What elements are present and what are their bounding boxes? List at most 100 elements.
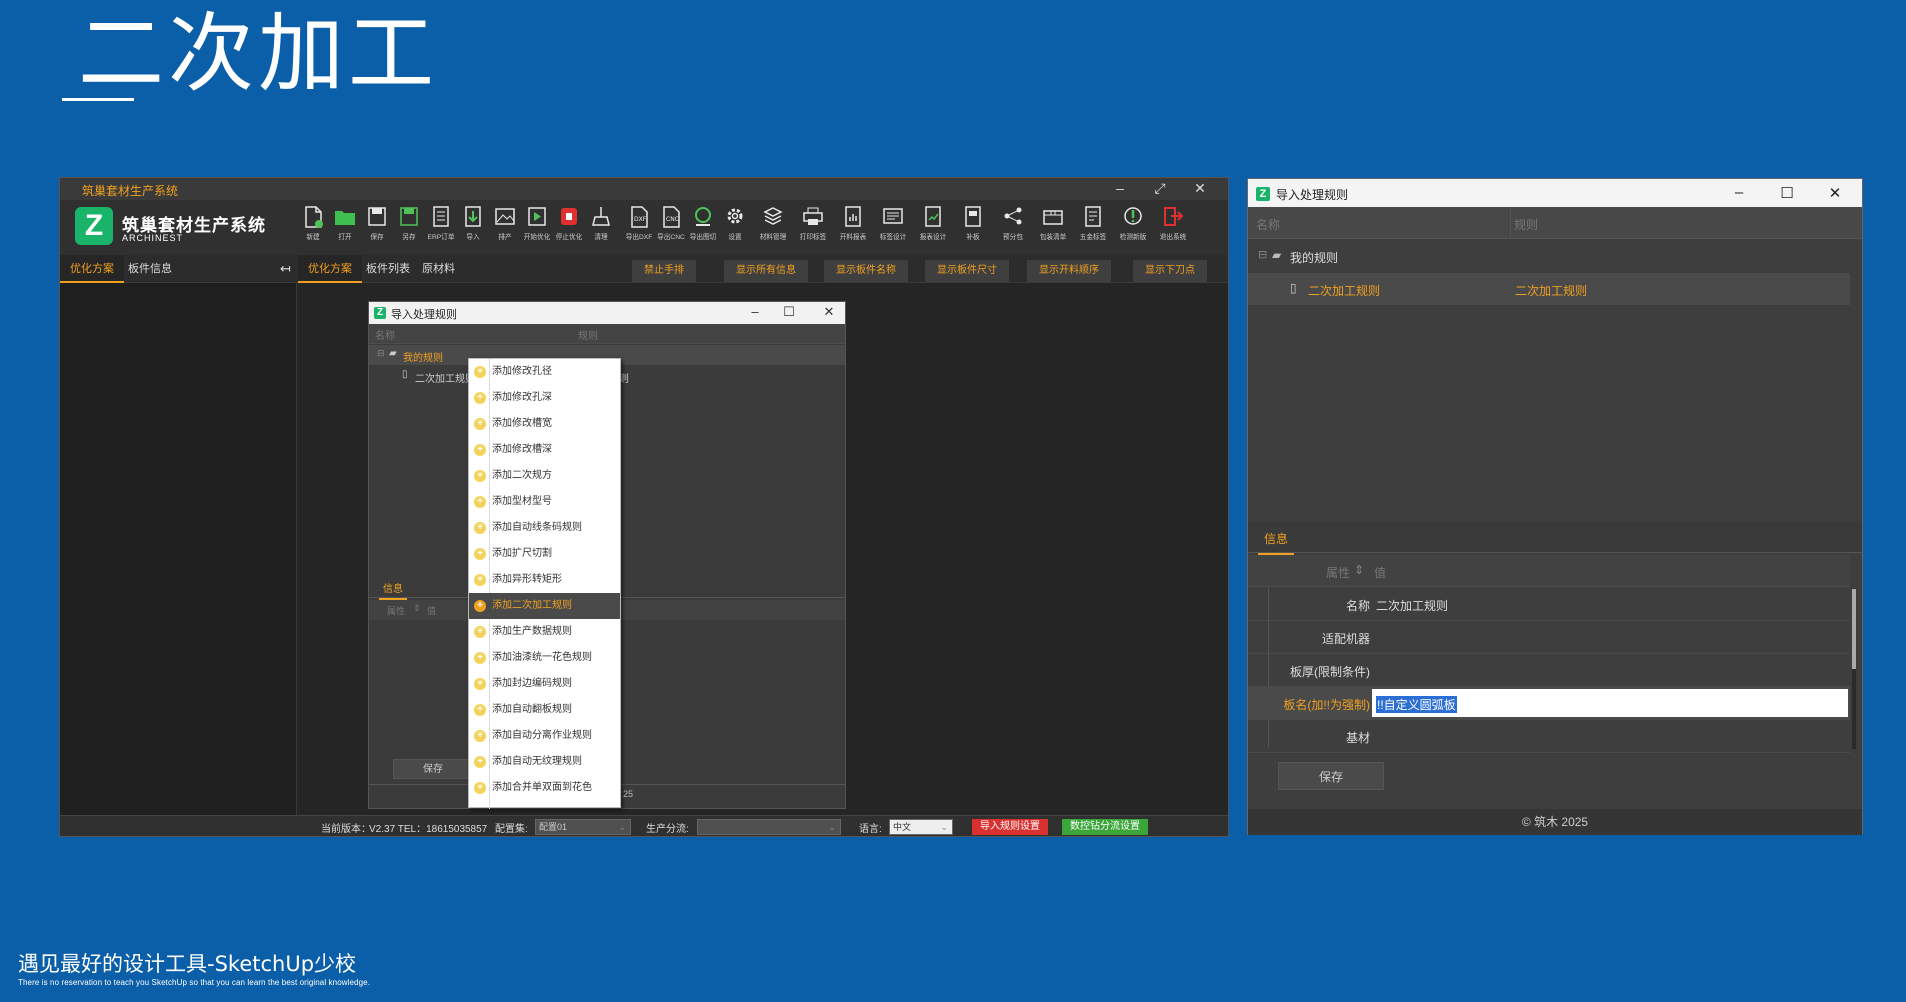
language-select[interactable]: 中文 ⌄ xyxy=(889,819,953,835)
dialog-maximize-button[interactable]: ☐ xyxy=(1776,184,1798,202)
toolbar-pack-list-button[interactable]: 包装清单 xyxy=(1033,203,1073,253)
app-window-title: 筑巢套材生产系统 xyxy=(82,184,179,198)
menu-item-modify-slot-width[interactable]: + 添加修改槽宽 xyxy=(469,411,620,437)
toolbar-patch-board-button[interactable]: 补板 xyxy=(953,203,993,253)
pre-pack-icon xyxy=(1002,205,1024,229)
scrollbar-thumb[interactable] xyxy=(1852,589,1856,669)
toolbar-print-label-button[interactable]: 打印标签 xyxy=(793,203,833,253)
menu-item-modify-hole-depth[interactable]: + 添加修改孔深 xyxy=(469,385,620,411)
dialog-titlebar: Z 导入处理规则 – ☐ ✕ xyxy=(1248,179,1862,207)
toolbar-settings-button[interactable]: 设置 xyxy=(715,203,755,253)
maximize-button[interactable]: ⤢ xyxy=(1150,180,1170,197)
tab-info[interactable]: 信息 xyxy=(379,580,407,600)
patch-board-icon xyxy=(962,205,984,229)
main-app-window: 筑巢套材生产系统 – ⤢ ✕ Z 筑巢套材生产系统 ARCHINEST 新建 打… xyxy=(59,177,1229,837)
tab-row: 优化方案 板件信息 ↤ 优化方案 板件列表 原材料 禁止手排 显示所有信息 显示… xyxy=(60,255,1228,283)
dialog-maximize-button[interactable]: ☐ xyxy=(781,304,797,320)
prop-row-board-name[interactable]: 板名(加!!为强制) !!自定义圆弧板 xyxy=(1248,687,1850,720)
add-icon: + xyxy=(474,418,486,430)
collapse-icon[interactable]: ⊟ xyxy=(377,348,385,359)
dialog-close-button[interactable]: ✕ xyxy=(1824,184,1846,202)
collapse-pane-icon[interactable]: ↤ xyxy=(270,255,301,283)
show-all-info-button[interactable]: 显示所有信息 xyxy=(724,260,808,282)
menu-item-auto-no-texture-rule[interactable]: + 添加自动无纹理规则 xyxy=(469,749,620,775)
chevron-down-icon: ⌄ xyxy=(940,822,948,832)
toolbar-clean-button[interactable]: 清理 xyxy=(581,203,621,253)
cnc-split-settings-button[interactable]: 数控钻分流设置 xyxy=(1062,819,1148,835)
tab-main-raw-material[interactable]: 原材料 xyxy=(412,255,465,283)
menu-item-modify-hole-diameter[interactable]: + 添加修改孔径 xyxy=(469,359,620,385)
footer-subtitle: There is no reservation to teach you Ske… xyxy=(18,978,371,987)
menu-item-shape-to-rect[interactable]: + 添加异形转矩形 xyxy=(469,567,620,593)
menu-item-auto-separate-rule[interactable]: + 添加自动分离作业规则 xyxy=(469,723,620,749)
tab-main-board-list[interactable]: 板件列表 xyxy=(356,255,420,283)
column-rule-header: 规则 xyxy=(1514,218,1539,232)
toolbar-hardware-label-button[interactable]: 五金标签 xyxy=(1073,203,1113,253)
collapse-icon[interactable]: ⊟ xyxy=(1258,248,1267,261)
disable-manual-button[interactable]: 禁止手排 xyxy=(632,260,696,282)
prop-row-name[interactable]: 名称 二次加工规则 xyxy=(1248,588,1850,621)
dialog-minimize-button[interactable]: – xyxy=(747,304,763,319)
dialog-close-button[interactable]: ✕ xyxy=(821,304,837,320)
tab-left-board-info[interactable]: 板件信息 xyxy=(118,255,182,283)
toolbar-report-design-button[interactable]: 报表设计 xyxy=(913,203,953,253)
sort-icon[interactable]: ⇕ xyxy=(1354,563,1364,577)
menu-item-oversize-cut[interactable]: + 添加扩尺切割 xyxy=(469,541,620,567)
toolbar-material-button[interactable]: 材料管理 xyxy=(753,203,793,253)
menu-item-secondary-processing-rule[interactable]: + 添加二次加工规则 xyxy=(469,593,620,619)
import-rules-dialog-large: Z 导入处理规则 – ☐ ✕ 名称 规则 ⊟ ▰ 我的规则 ▯ 二次加工规则 二… xyxy=(1247,178,1863,835)
prop-row-thickness[interactable]: 板厚(限制条件) xyxy=(1248,654,1850,687)
menu-item-edge-code-rule[interactable]: + 添加封边编码规则 xyxy=(469,671,620,697)
scrollbar-track[interactable] xyxy=(1852,589,1856,749)
cut-report-icon xyxy=(842,205,864,229)
import-rules-settings-button[interactable]: 导入规则设置 xyxy=(972,819,1048,835)
toolbar-update-button[interactable]: 检测新版 xyxy=(1113,203,1153,253)
close-button[interactable]: ✕ xyxy=(1190,180,1210,197)
export-dxf-icon: DXF xyxy=(628,205,650,229)
tab-main-optimize[interactable]: 优化方案 xyxy=(298,255,362,283)
toolbar-exit-button[interactable]: 退出系统 xyxy=(1153,203,1193,253)
menu-item-secondary-squaring[interactable]: + 添加二次规方 xyxy=(469,463,620,489)
toolbar-pre-pack-button[interactable]: 预分包 xyxy=(993,203,1033,253)
app-titlebar: 筑巢套材生产系统 – ⤢ ✕ xyxy=(60,178,1228,200)
show-board-size-button[interactable]: 显示板件尺寸 xyxy=(925,260,1009,282)
menu-item-merge-sides-color[interactable]: + 添加合并单双面到花色 xyxy=(469,775,620,801)
prop-row-substrate[interactable]: 基材 xyxy=(1248,720,1850,753)
board-name-value: !!自定义圆弧板 xyxy=(1376,696,1457,713)
property-col-header[interactable]: 属性 xyxy=(1326,564,1350,581)
toolbar-cut-report-button[interactable]: 开料报表 xyxy=(833,203,873,253)
sort-icon[interactable]: ⇕ xyxy=(413,603,421,614)
dialog-minimize-button[interactable]: – xyxy=(1728,184,1750,201)
show-board-name-button[interactable]: 显示板件名称 xyxy=(824,260,908,282)
open-folder-icon xyxy=(334,205,356,229)
menu-item-profile-model[interactable]: + 添加型材型号 xyxy=(469,489,620,515)
property-header: 属性 ⇕ 值 xyxy=(1248,555,1850,587)
tab-info[interactable]: 信息 xyxy=(1258,530,1295,555)
dialog-save-button[interactable]: 保存 xyxy=(1278,762,1384,790)
add-icon: + xyxy=(474,548,486,560)
menu-item-paint-color-rule[interactable]: + 添加油漆统一花色规则 xyxy=(469,645,620,671)
tree-root-row[interactable]: ⊟ ▰ 我的规则 xyxy=(1248,240,1850,272)
config-select[interactable]: 配置01 ⌄ xyxy=(535,819,631,835)
show-cut-order-button[interactable]: 显示开料顺序 xyxy=(1027,260,1111,282)
split-select[interactable]: ⌄ xyxy=(697,819,841,835)
property-col-header[interactable]: 属性 xyxy=(387,604,405,617)
update-icon xyxy=(1122,205,1144,229)
tree-child-row[interactable]: ▯ 二次加工规则 二次加工规则 xyxy=(1248,273,1850,305)
menu-item-production-data-rule[interactable]: + 添加生产数据规则 xyxy=(469,619,620,645)
export-cnc-icon: CNC xyxy=(660,205,682,229)
toolbar-label-design-button[interactable]: 标签设计 xyxy=(873,203,913,253)
dialog-save-button[interactable]: 保存 xyxy=(393,759,473,779)
tab-left-optimize[interactable]: 优化方案 xyxy=(60,255,124,283)
prop-key: 板厚(限制条件) xyxy=(1290,665,1370,679)
menu-item-auto-barcode-rule[interactable]: + 添加自动线条码规则 xyxy=(469,515,620,541)
svg-text:CNC: CNC xyxy=(666,216,679,223)
board-name-input[interactable]: !!自定义圆弧板 xyxy=(1372,689,1848,717)
tree-child-label: 二次加工规则 xyxy=(1308,284,1381,298)
menu-item-modify-slot-depth[interactable]: + 添加修改槽深 xyxy=(469,437,620,463)
chevron-down-icon: ⌄ xyxy=(828,822,836,832)
show-cut-point-button[interactable]: 显示下刀点 xyxy=(1133,260,1207,282)
prop-row-machine[interactable]: 适配机器 xyxy=(1248,621,1850,654)
minimize-button[interactable]: – xyxy=(1110,180,1130,196)
menu-item-auto-flip-rule[interactable]: + 添加自动翻板规则 xyxy=(469,697,620,723)
